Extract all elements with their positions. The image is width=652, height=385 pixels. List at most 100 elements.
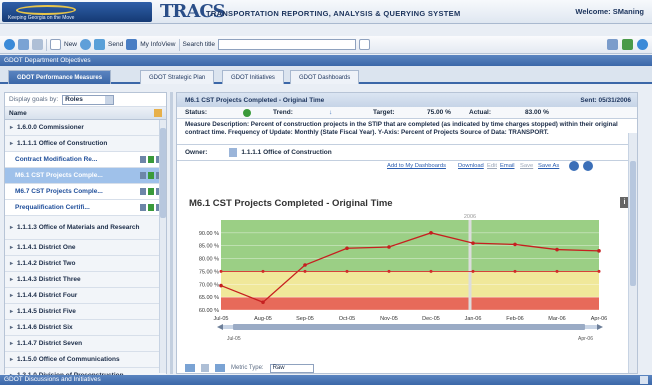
data-point[interactable] — [597, 269, 601, 273]
add-to-dashboards-link[interactable]: Add to My Dashboards — [387, 163, 446, 169]
goal-row[interactable]: Contract Modification Re... — [5, 152, 166, 168]
x-tick-label: Mar-06 — [548, 316, 565, 322]
tab-strategic-plan[interactable]: GDOT Strategic Plan — [140, 70, 215, 84]
refresh-icon[interactable] — [80, 39, 92, 50]
metric-type-select[interactable]: Raw — [269, 363, 314, 373]
status-icon[interactable] — [148, 156, 154, 163]
help-icon[interactable] — [140, 204, 146, 211]
data-point[interactable] — [471, 269, 475, 273]
myinfoview-icon[interactable] — [126, 39, 138, 50]
myinfoview-button[interactable]: My InfoView — [140, 41, 175, 48]
data-point[interactable] — [261, 300, 265, 305]
status-row: Status: Trend: ↓ Target: 75.00 % Actual:… — [177, 107, 637, 119]
save-as-link[interactable]: Save As — [538, 163, 559, 169]
help-icon[interactable] — [569, 161, 579, 171]
goal-row[interactable]: ▸ 1.1.4.1 District One — [5, 240, 166, 256]
measure-description: Measure Description: Percent of construc… — [177, 119, 637, 145]
search-icon[interactable] — [359, 39, 371, 50]
line-chart-icon[interactable] — [215, 364, 225, 372]
search-input[interactable] — [218, 39, 357, 50]
expand-icon[interactable]: ▸ — [10, 260, 13, 267]
data-point[interactable] — [513, 269, 517, 273]
help-icon[interactable] — [637, 39, 648, 50]
data-point[interactable] — [429, 231, 433, 235]
expand-icon[interactable]: ▸ — [10, 292, 13, 299]
tab-initiatives[interactable]: GDOT Initiatives — [222, 70, 284, 84]
data-point[interactable] — [261, 269, 265, 273]
status-icon[interactable] — [148, 172, 154, 179]
status-icon[interactable] — [148, 204, 154, 211]
help-icon[interactable] — [140, 156, 146, 163]
sort-icon[interactable] — [154, 109, 162, 117]
panel-splitter[interactable] — [170, 92, 173, 374]
data-point[interactable] — [429, 269, 433, 273]
goal-row[interactable]: ▸ 1.1.4.7 District Seven — [5, 336, 166, 352]
data-point[interactable] — [345, 269, 349, 273]
data-point[interactable] — [387, 269, 391, 273]
goal-row[interactable]: M6.7 CST Projects Comple... — [5, 184, 166, 200]
data-point[interactable] — [597, 249, 601, 253]
expand-icon[interactable]: ▸ — [10, 244, 13, 251]
expand-icon[interactable]: ▸ — [10, 340, 13, 347]
scroll-left-icon[interactable] — [217, 324, 223, 330]
scroll-right-icon[interactable] — [597, 324, 603, 330]
data-point[interactable] — [513, 242, 517, 247]
new-button[interactable]: New — [64, 41, 77, 48]
download-link[interactable]: Download — [458, 163, 484, 169]
tab-performance-measures[interactable]: GDOT Performance Measures — [8, 70, 112, 84]
goal-row[interactable]: ▸ 1.1.4.4 District Four — [5, 288, 166, 304]
data-point[interactable] — [387, 245, 391, 249]
expand-icon[interactable] — [640, 376, 648, 384]
edit-link[interactable]: Edit — [487, 163, 497, 169]
goal-row[interactable]: ▸ 1.1.4.3 District Three — [5, 272, 166, 288]
expand-icon[interactable]: ▸ — [10, 124, 13, 131]
expand-icon[interactable]: ▸ — [10, 324, 13, 331]
email-link[interactable]: Email — [500, 163, 515, 169]
data-point[interactable] — [555, 247, 559, 252]
data-point[interactable] — [345, 246, 349, 251]
table-icon[interactable] — [201, 364, 209, 372]
left-scrollbar[interactable] — [159, 120, 166, 373]
goal-row[interactable]: ▸ 1.1.4.2 District Two — [5, 256, 166, 272]
help-icon[interactable] — [140, 172, 146, 179]
data-point[interactable] — [219, 269, 223, 273]
goal-row[interactable]: ▸ 1.1.1.3 Office of Materials and Researc… — [5, 216, 166, 240]
send-icon[interactable] — [94, 39, 106, 50]
data-point[interactable] — [555, 269, 559, 273]
data-point[interactable] — [471, 241, 475, 245]
range-slider-thumb[interactable] — [233, 324, 585, 330]
goal-label: 1.6.0.0 Commissioner — [17, 124, 84, 131]
view-icon[interactable] — [32, 39, 43, 50]
goal-row[interactable]: ▸ 1.1.1.1 Office of Construction — [5, 136, 166, 152]
new-icon[interactable] — [50, 39, 61, 50]
refresh-icon[interactable] — [583, 161, 593, 171]
home-icon[interactable] — [4, 39, 15, 50]
goal-row[interactable]: M6.1 CST Projects Comple... — [5, 168, 166, 184]
display-goals-select[interactable]: Roles — [62, 94, 115, 105]
status-icon[interactable] — [148, 188, 154, 195]
right-scrollbar[interactable] — [628, 133, 637, 373]
column-header-name[interactable]: Name — [5, 107, 166, 120]
expand-icon[interactable]: ▸ — [10, 356, 13, 363]
search-title-dropdown[interactable]: Search title — [183, 41, 216, 48]
data-point[interactable] — [219, 283, 223, 288]
tab-dashboards[interactable]: GDOT Dashboards — [290, 70, 360, 84]
chart-type-icon[interactable] — [185, 364, 195, 372]
expand-icon[interactable]: ▸ — [10, 276, 13, 283]
document-list-icon[interactable] — [18, 39, 29, 50]
preferences-icon[interactable] — [607, 39, 618, 50]
data-point[interactable] — [303, 269, 307, 273]
goal-row[interactable]: ▸ 1.6.0.0 Commissioner — [5, 120, 166, 136]
expand-icon[interactable]: ▸ — [10, 224, 13, 232]
data-point[interactable] — [303, 263, 307, 267]
send-button[interactable]: Send — [108, 41, 123, 48]
log-icon[interactable] — [622, 39, 633, 50]
goal-row[interactable]: ▸ 1.1.4.6 District Six — [5, 320, 166, 336]
goal-row[interactable]: ▸ 1.1.5.0 Office of Communications — [5, 352, 166, 368]
expand-icon[interactable]: ▸ — [10, 308, 13, 315]
save-link[interactable]: Save — [520, 163, 533, 169]
expand-icon[interactable]: ▸ — [10, 140, 13, 147]
help-icon[interactable] — [140, 188, 146, 195]
goal-row[interactable]: Prequalification Certifi... — [5, 200, 166, 216]
goal-row[interactable]: ▸ 1.1.4.5 District Five — [5, 304, 166, 320]
